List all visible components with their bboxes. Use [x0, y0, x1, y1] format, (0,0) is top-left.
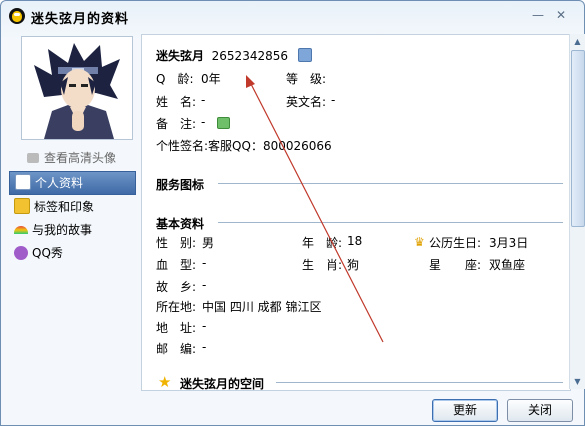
- camera-icon: [27, 153, 39, 163]
- qq-penguin-icon: [9, 8, 25, 24]
- footer: 更新 关闭: [1, 391, 584, 425]
- sidebar-item-label: 标签和印象: [34, 200, 95, 214]
- close-window-button[interactable]: ✕: [552, 7, 570, 23]
- view-hd-avatar-link[interactable]: 查看高清头像: [27, 149, 116, 166]
- sidebar-item-tags[interactable]: 标签和印象: [9, 196, 136, 218]
- scroll-up-arrow-icon[interactable]: ▲: [570, 34, 585, 49]
- avatar[interactable]: [21, 36, 133, 140]
- avatar-image: [22, 37, 132, 139]
- sidebar-item-profile[interactable]: 个人资料: [9, 171, 136, 195]
- qq-show-icon: [14, 246, 28, 260]
- profile-card-icon: [15, 174, 31, 190]
- profile-window: 迷失弦月的资料 — ✕ 查看高清头像 个人资料 标签和印象 与我的故事 QQ秀 …: [0, 0, 585, 426]
- sidebar-nav: 个人资料 标签和印象 与我的故事 QQ秀: [9, 171, 136, 265]
- minimize-button[interactable]: —: [529, 7, 547, 23]
- close-button[interactable]: 关闭: [507, 399, 573, 422]
- sidebar-item-qqshow[interactable]: QQ秀: [9, 242, 136, 264]
- refresh-button[interactable]: 更新: [432, 399, 498, 422]
- sidebar-item-label: QQ秀: [32, 246, 63, 260]
- annotation-arrow: [246, 75, 384, 343]
- scroll-down-arrow-icon[interactable]: ▼: [570, 374, 585, 389]
- sidebar-item-label: 个人资料: [35, 176, 84, 190]
- vertical-scrollbar[interactable]: ▲ ▼: [569, 34, 585, 389]
- rainbow-icon: [14, 226, 28, 234]
- view-hd-label: 查看高清头像: [44, 151, 117, 165]
- title-bar[interactable]: 迷失弦月的资料 — ✕: [1, 1, 584, 31]
- sidebar: 查看高清头像 个人资料 标签和印象 与我的故事 QQ秀: [9, 35, 139, 385]
- sidebar-item-stories[interactable]: 与我的故事: [9, 219, 136, 241]
- scroll-thumb[interactable]: [571, 50, 585, 227]
- sidebar-item-label: 与我的故事: [32, 223, 93, 237]
- window-title: 迷失弦月的资料: [31, 12, 130, 27]
- tag-icon: [14, 198, 30, 214]
- profile-content-pane: 迷失弦月 2652342856 Q 龄: 0年 等 级: 姓 名: - 英文名:…: [141, 34, 571, 391]
